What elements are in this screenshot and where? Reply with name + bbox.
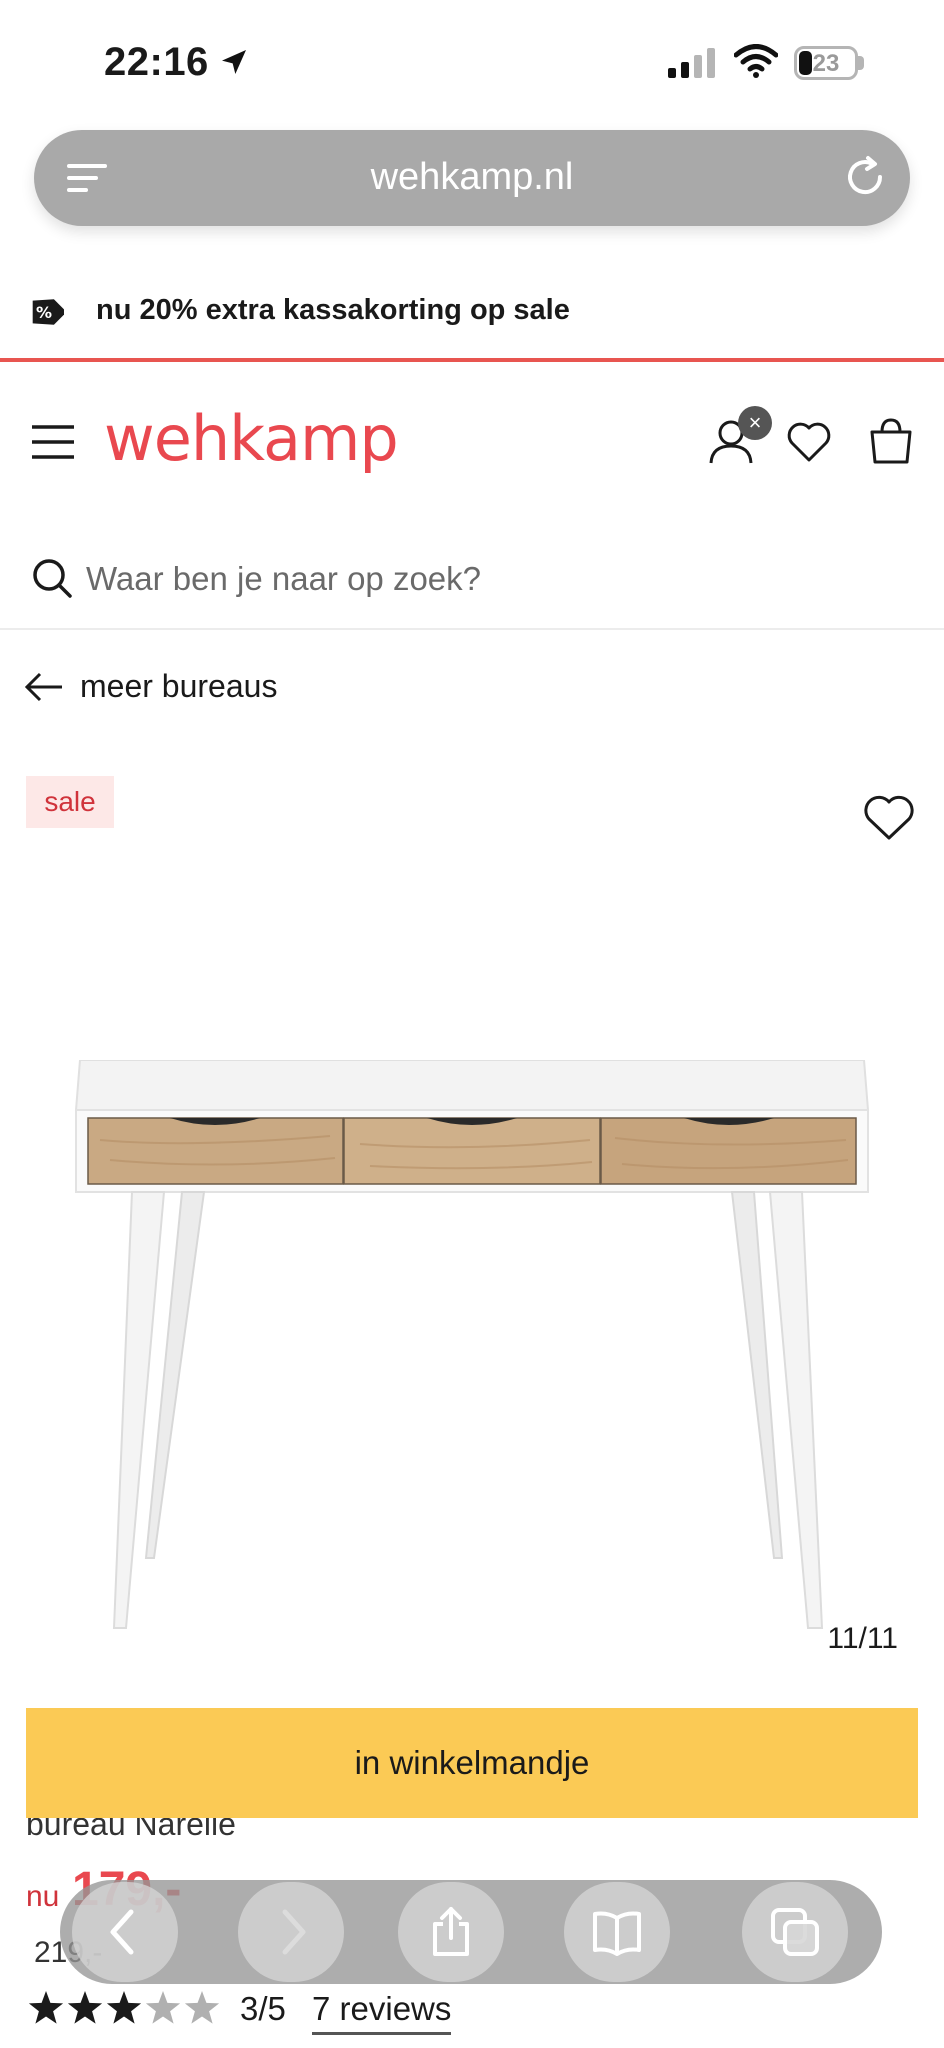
- rating-score: 3/5: [240, 1990, 286, 2027]
- forward-icon: [282, 1909, 306, 1955]
- back-link-label[interactable]: meer bureaus: [80, 668, 277, 705]
- product-image-desk[interactable]: [70, 1060, 874, 1640]
- star-filled-icon: [28, 1991, 64, 2024]
- svg-text:%: %: [36, 303, 52, 322]
- browser-back-button[interactable]: [72, 1882, 178, 1982]
- star-filled-icon: [106, 1991, 142, 2024]
- discount-tag-icon: %: [32, 299, 64, 325]
- battery-indicator: 23: [794, 46, 858, 80]
- battery-level: 23: [812, 50, 840, 77]
- star-filled-icon: [67, 1991, 103, 2024]
- search-input[interactable]: [86, 554, 906, 604]
- product-rating: 3/5 7 reviews: [26, 1986, 526, 2036]
- bookmarks-icon: [593, 1911, 641, 1956]
- wifi-icon: [734, 44, 778, 78]
- price-prefix: nu: [26, 1880, 60, 1913]
- search-icon: [33, 559, 72, 598]
- cellular-signal-icon: [668, 48, 715, 78]
- login-status-badge: ×: [738, 406, 772, 440]
- browser-forward-button[interactable]: [238, 1882, 344, 1982]
- shopping-bag-icon[interactable]: [866, 416, 916, 466]
- wehkamp-logo[interactable]: wehkamp: [104, 402, 399, 475]
- status-bar: 22:16 23: [0, 0, 944, 120]
- star-empty-icon: [184, 1991, 220, 2024]
- star-empty-icon: [145, 1991, 181, 2024]
- status-time: 22:16: [104, 40, 209, 84]
- location-arrow-icon: [222, 50, 246, 74]
- sale-badge: sale: [26, 776, 114, 828]
- hamburger-icon[interactable]: [30, 424, 76, 460]
- reviews-link[interactable]: 7 reviews: [312, 1990, 452, 2035]
- bookmarks-button[interactable]: [564, 1882, 670, 1982]
- rating-stars: [28, 1991, 220, 2024]
- url-text[interactable]: wehkamp.nl: [34, 156, 910, 199]
- promo-text[interactable]: nu 20% extra kassakorting op sale: [96, 294, 570, 327]
- tabs-icon: [771, 1908, 819, 1956]
- site-header: wehkamp ×: [0, 366, 944, 516]
- share-button[interactable]: [398, 1882, 504, 1982]
- wishlist-heart-icon[interactable]: [862, 794, 916, 842]
- heart-icon[interactable]: [786, 420, 832, 464]
- image-counter: 11/11: [827, 1622, 898, 1655]
- back-icon: [110, 1909, 134, 1955]
- browser-toolbar: [60, 1880, 882, 1984]
- promo-banner[interactable]: % nu 20% extra kassakorting op sale: [0, 268, 944, 362]
- address-bar[interactable]: wehkamp.nl: [34, 130, 910, 226]
- reload-icon[interactable]: [842, 154, 888, 200]
- battery-cap: [858, 56, 864, 70]
- tabs-button[interactable]: [742, 1882, 848, 1982]
- add-to-cart-button[interactable]: in winkelmandje: [26, 1708, 918, 1818]
- share-icon: [433, 1907, 469, 1956]
- arrow-left-icon: [24, 672, 62, 702]
- search-bar[interactable]: [0, 530, 944, 630]
